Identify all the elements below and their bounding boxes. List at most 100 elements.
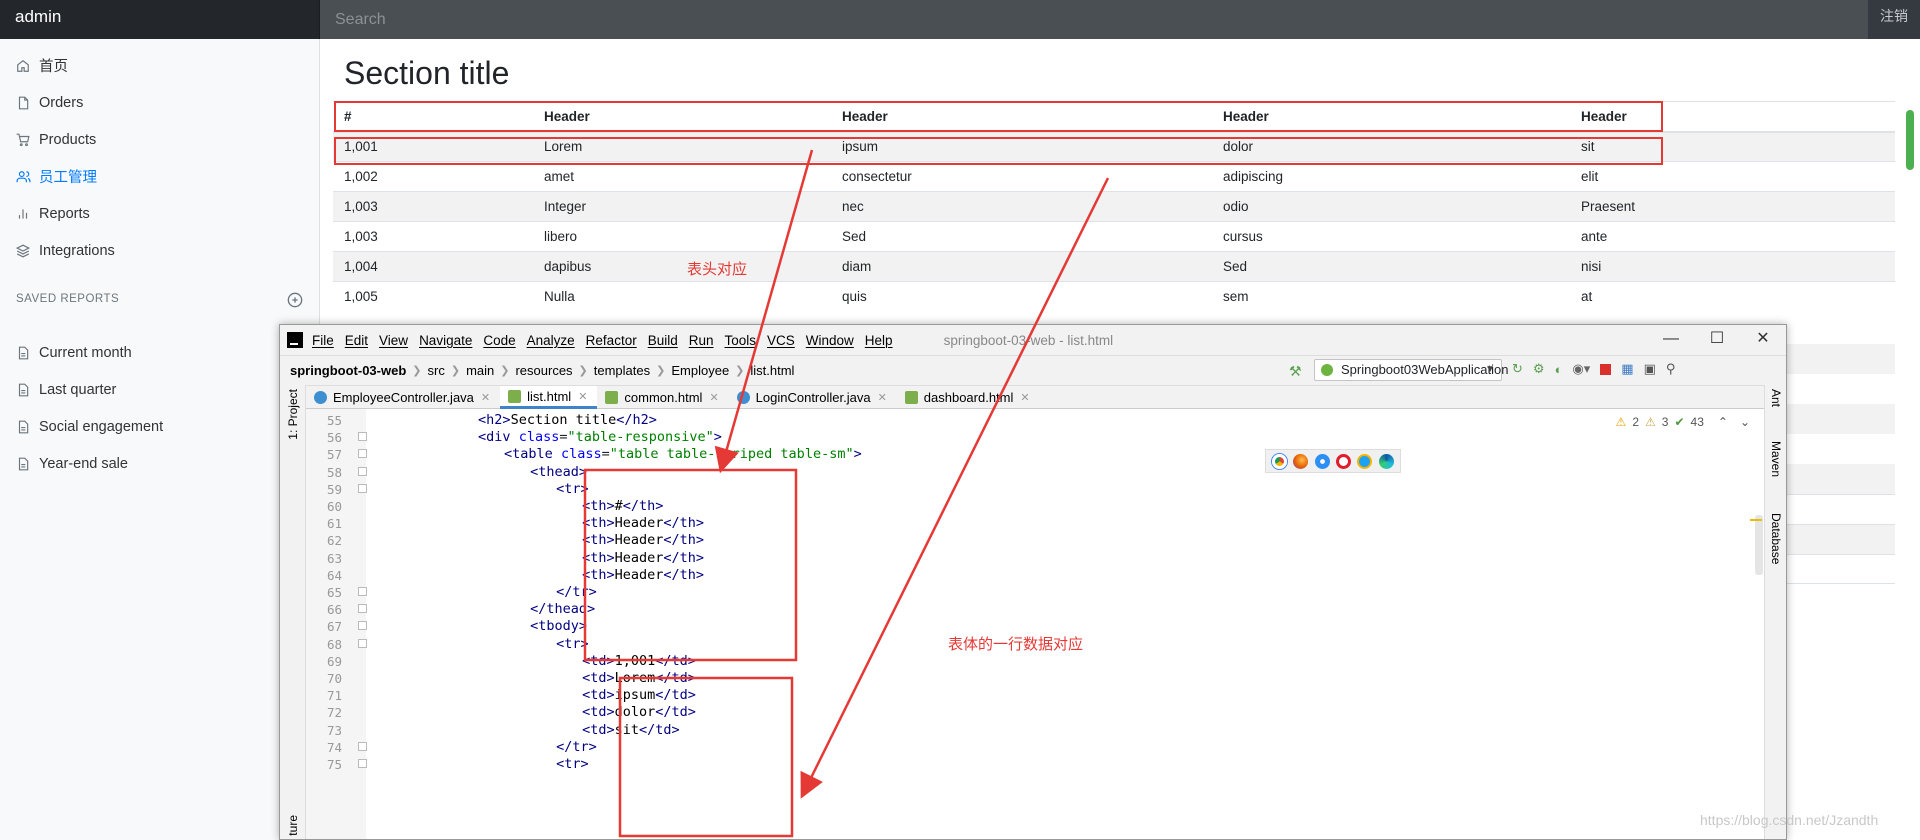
menu-item-run[interactable]: Run [689,333,714,348]
debug-icon[interactable]: ⚙ [1533,361,1545,377]
saved-report-social-engagement[interactable]: Social engagement [0,408,320,445]
breadcrumb-item[interactable]: resources [515,363,572,378]
firefox-icon[interactable] [1293,453,1309,469]
inspection-widget[interactable]: ⚠ 2 ⚠ 3 ✔ 43 ⌃ ⌄ [1616,415,1750,429]
check-icon: ✔ [1674,415,1685,429]
sidebar-item-integrations[interactable]: Integrations [0,232,320,269]
file-icon [15,95,31,111]
sidebar-item-employees[interactable]: 员工管理 [0,158,320,195]
menu-item-view[interactable]: View [379,333,408,348]
menu-item-file[interactable]: File [312,333,334,348]
add-report-icon[interactable] [287,292,303,308]
close-icon[interactable]: ✕ [1740,325,1786,355]
opera-icon[interactable] [1336,453,1352,469]
rerun-icon[interactable]: ↻ [1512,361,1523,377]
close-tab-icon[interactable]: ✕ [578,390,587,403]
stop-icon[interactable] [1600,363,1612,375]
ok-count: 43 [1690,415,1704,429]
sidebar-item-home[interactable]: 首页 [0,47,320,84]
sidebar-item-reports[interactable]: Reports [0,195,320,232]
java-class-icon [314,391,327,404]
header-highlight-box [334,101,1663,132]
table-row-stripe [1787,464,1895,494]
search-input[interactable] [320,0,1868,39]
terminal-icon[interactable]: ▣ [1644,361,1656,377]
editor-scroll-thumb[interactable] [1755,515,1763,575]
editor-tab[interactable]: dashboard.html ✕ [897,386,1040,409]
chevron-down-icon[interactable]: ⌄ [1740,415,1750,429]
sidebar-item-products[interactable]: Products [0,121,320,158]
fold-marker-icon[interactable] [358,604,367,614]
html-file-icon [605,391,619,404]
table-cell: Sed [831,221,1212,252]
close-tab-icon[interactable]: ✕ [878,391,887,404]
menu-item-refactor[interactable]: Refactor [586,333,637,348]
fold-marker-icon[interactable] [358,759,367,768]
table-cell: amet [533,161,831,192]
menu-item-build[interactable]: Build [648,333,678,348]
editor-tab[interactable]: LoginController.java ✕ [729,386,897,409]
menu-item-tools[interactable]: Tools [725,333,757,348]
ide-title-bar: File Edit View Navigate Code Analyze Refactor B… [280,325,1786,355]
coverage-icon[interactable]: ◐ [1555,362,1563,377]
saved-report-current-month[interactable]: Current month [0,334,320,371]
database-panel-tab[interactable]: Database [1769,513,1783,564]
menu-item-navigate[interactable]: Navigate [419,333,472,348]
structure-panel-tab[interactable]: ture [286,815,300,836]
hammer-build-icon[interactable]: ⚒ [1289,363,1302,380]
project-structure-icon[interactable]: ▦ [1621,361,1633,377]
run-configuration-select[interactable]: Springboot03WebApplication ▼ [1314,359,1508,381]
fold-marker-icon[interactable] [358,449,367,459]
close-tab-icon[interactable]: ✕ [1020,391,1029,404]
fold-marker-icon[interactable] [358,432,367,442]
sidebar-item-orders[interactable]: Orders [0,84,320,121]
editor-tab[interactable]: EmployeeController.java ✕ [306,386,500,409]
chrome-icon[interactable] [1272,453,1288,469]
saved-report-last-quarter[interactable]: Last quarter [0,371,320,408]
close-tab-icon[interactable]: ✕ [709,391,718,404]
sidebar: 首页 Orders Products 员工管理 Reports Integrat… [0,39,320,840]
breadcrumb-item[interactable]: src [428,363,445,378]
table-cell: odio [1212,191,1570,222]
watermark: https://blog.csdn.net/Jzandth [1700,812,1879,828]
menu-item-code[interactable]: Code [483,333,515,348]
fold-marker-icon[interactable] [358,466,367,476]
code-editor[interactable]: 55 <h2>Section title</h2> 56 <div class="ta… [327,409,1746,839]
fold-marker-icon[interactable] [358,483,367,493]
menu-item-analyze[interactable]: Analyze [527,333,575,348]
search-icon[interactable]: ⚲ [1666,361,1676,377]
breadcrumb-item[interactable]: main [466,363,494,378]
page-scrollbar-thumb[interactable] [1906,110,1914,170]
ie-icon[interactable] [1357,453,1373,469]
maven-panel-tab[interactable]: Maven [1769,441,1783,477]
menu-item-help[interactable]: Help [865,333,893,348]
brand-logo[interactable]: admin [0,0,320,39]
edge-icon[interactable] [1378,453,1394,469]
code-line: <tr> [556,756,589,772]
menu-item-vcs[interactable]: VCS [767,333,795,348]
editor-tab[interactable]: common.html ✕ [597,386,728,409]
profile-icon[interactable]: ◉▾ [1572,361,1590,377]
breadcrumb-item[interactable]: templates [594,363,650,378]
breadcrumb-item[interactable]: springboot-03-web [290,363,406,378]
fold-marker-icon[interactable] [358,587,367,596]
project-panel-tab[interactable]: 1: Project [286,389,300,440]
chevron-up-icon[interactable]: ⌃ [1718,415,1728,429]
fold-marker-icon[interactable] [358,638,367,648]
breadcrumb-item[interactable]: Employee [671,363,729,378]
fold-marker-icon[interactable] [358,621,367,631]
chevron-right-icon: ❯ [412,365,422,377]
minimize-icon[interactable]: — [1648,325,1694,355]
safari-icon[interactable] [1314,453,1330,469]
close-tab-icon[interactable]: ✕ [481,391,490,404]
menu-item-edit[interactable]: Edit [345,333,368,348]
table-row-stripe [1787,494,1895,524]
editor-tab[interactable]: list.html ✕ [500,386,598,409]
saved-report-year-end-sale[interactable]: Year-end sale [0,445,320,482]
breadcrumb-item[interactable]: list.html [750,363,794,378]
fold-marker-icon[interactable] [358,741,367,751]
sign-out-link[interactable]: 注销 [1868,0,1920,39]
ant-panel-tab[interactable]: Ant [1769,389,1783,407]
menu-item-window[interactable]: Window [806,333,854,348]
maximize-icon[interactable]: ☐ [1694,325,1740,355]
